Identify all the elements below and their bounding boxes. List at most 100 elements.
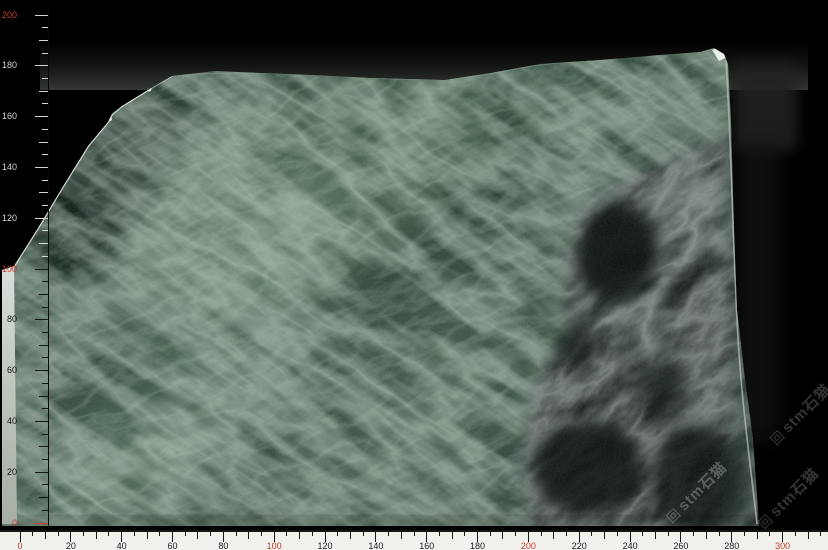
bottom-ruler-tick <box>414 531 415 536</box>
left-ruler-tick <box>42 281 48 282</box>
bottom-ruler-tick <box>299 531 300 539</box>
left-ruler-tick <box>42 230 48 231</box>
left-ruler-tick <box>35 167 48 168</box>
bottom-ruler-label: 300 <box>775 542 790 550</box>
left-ruler-label: 40 <box>7 417 17 426</box>
left-ruler-tick <box>39 497 48 498</box>
bottom-ruler-tick <box>795 531 796 536</box>
left-ruler-tick <box>42 383 48 384</box>
left-ruler-tick <box>39 142 48 143</box>
left-ruler-label: 200 <box>2 11 17 20</box>
left-ruler-tick <box>35 65 48 66</box>
left-ruler-tick <box>39 446 48 447</box>
left-ruler-label: 160 <box>2 112 17 121</box>
bottom-ruler-tick <box>401 531 402 539</box>
bottom-ruler-tick <box>261 531 262 536</box>
bottom-ruler-tick <box>350 531 351 539</box>
bottom-ruler-tick <box>32 531 33 536</box>
left-ruler-tick <box>42 154 48 155</box>
bottom-ruler-tick <box>337 531 338 536</box>
left-ruler-tick <box>35 472 48 473</box>
left-ruler-tick <box>42 307 48 308</box>
left-ruler-tick <box>42 180 48 181</box>
left-ruler-tick <box>42 256 48 257</box>
bottom-ruler-tick <box>502 531 503 539</box>
left-ruler-tick <box>35 523 48 524</box>
bottom-ruler-tick <box>591 531 592 536</box>
left-ruler-tick <box>39 192 48 193</box>
bottom-ruler-tick <box>464 531 465 536</box>
bottom-ruler-label: 160 <box>419 542 434 550</box>
bottom-ruler-label: 220 <box>572 542 587 550</box>
bottom-ruler-label: 200 <box>521 542 536 550</box>
bottom-ruler-label: 60 <box>168 542 178 550</box>
bottom-ruler-tick <box>566 531 567 536</box>
bottom-ruler-tick <box>236 531 237 536</box>
bottom-ruler-tick <box>312 531 313 536</box>
left-ruler-tick <box>42 459 48 460</box>
bottom-ruler-tick <box>210 531 211 536</box>
bottom-ruler-label: 120 <box>318 542 333 550</box>
left-ruler-tick <box>42 103 48 104</box>
bottom-ruler-tick <box>757 531 758 539</box>
slab-viewer-stage: 回stm石猫回stm石猫回stm石猫 020406080100120140160… <box>0 0 828 550</box>
left-ruler-tick <box>42 510 48 511</box>
bottom-ruler-tick <box>134 531 135 536</box>
bottom-ruler-tick <box>45 531 46 539</box>
left-axis-line <box>48 10 49 530</box>
bottom-ruler-label: 40 <box>117 542 127 550</box>
left-ruler-tick <box>42 78 48 79</box>
bottom-ruler-label: 100 <box>267 542 282 550</box>
bottom-ruler-label: 80 <box>218 542 228 550</box>
bottom-ruler-tick <box>820 531 821 536</box>
bottom-ruler-tick <box>744 531 745 536</box>
bottom-ruler-tick <box>96 531 97 539</box>
left-ruler-label: 80 <box>7 315 17 324</box>
bottom-ruler-label: 140 <box>368 542 383 550</box>
bottom-ruler-label: 240 <box>623 542 638 550</box>
bottom-ruler-tick <box>58 531 59 536</box>
left-ruler-tick <box>35 269 48 270</box>
bottom-ruler-label: 20 <box>66 542 76 550</box>
bottom-ruler-tick <box>363 531 364 536</box>
bottom-ruler-tick <box>159 531 160 536</box>
left-ruler-tick <box>35 319 48 320</box>
bottom-ruler-tick <box>604 531 605 539</box>
left-ruler-tick <box>35 370 48 371</box>
bottom-ruler-tick <box>655 531 656 539</box>
left-ruler-tick <box>42 53 48 54</box>
left-ruler-tick <box>35 116 48 117</box>
left-ruler-tick <box>39 40 48 41</box>
left-ruler-tick <box>42 129 48 130</box>
bottom-ruler-tick <box>642 531 643 536</box>
left-ruler-tick <box>42 357 48 358</box>
bottom-ruler-label: 280 <box>724 542 739 550</box>
bottom-ruler-tick <box>388 531 389 536</box>
left-ruler-tick <box>42 27 48 28</box>
left-ruler-tick <box>42 484 48 485</box>
bottom-ruler-tick <box>248 531 249 539</box>
left-ruler-tick <box>39 243 48 244</box>
bottom-ruler-label: 180 <box>470 542 485 550</box>
left-ruler-label: 120 <box>2 214 17 223</box>
bottom-ruler-tick <box>515 531 516 536</box>
left-ruler-tick <box>42 205 48 206</box>
bottom-ruler-tick <box>83 531 84 536</box>
bottom-ruler-tick <box>185 531 186 536</box>
left-ruler-tick <box>39 396 48 397</box>
bottom-ruler-tick <box>706 531 707 539</box>
bottom-ruler-tick <box>553 531 554 539</box>
left-ruler-tick <box>39 91 48 92</box>
bottom-ruler-label: 260 <box>673 542 688 550</box>
bottom-ruler-tick <box>668 531 669 536</box>
bottom-ruler-tick <box>452 531 453 539</box>
bottom-ruler-tick <box>490 531 491 536</box>
left-ruler-tick <box>39 345 48 346</box>
left-ruler-tick <box>42 408 48 409</box>
bottom-ruler-tick <box>108 531 109 536</box>
bottom-ruler-tick <box>197 531 198 539</box>
bottom-ruler-tick <box>808 531 809 539</box>
left-ruler-label: 20 <box>7 468 17 477</box>
bottom-ruler-tick <box>769 531 770 536</box>
left-ruler-label: 0 <box>12 519 17 528</box>
